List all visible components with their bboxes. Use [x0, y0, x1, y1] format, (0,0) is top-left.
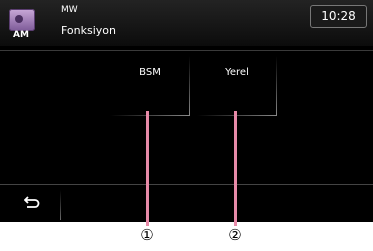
return-arrow-icon: [24, 196, 40, 208]
yerel-button[interactable]: Yerel: [197, 56, 277, 116]
button-edge: [197, 115, 277, 116]
callout-number-1: ①: [140, 226, 154, 244]
yerel-button-label: Yerel: [225, 67, 249, 78]
clock: 10:28: [310, 5, 367, 28]
bsm-button[interactable]: BSM: [110, 56, 190, 116]
back-button[interactable]: [0, 186, 61, 222]
source-am-label: AM: [13, 30, 29, 40]
callout-line-2: [234, 111, 237, 226]
back-separator: [60, 190, 61, 220]
button-edge: [110, 115, 190, 116]
callout-number-2: ②: [228, 226, 242, 244]
divider-top: [0, 50, 373, 51]
button-edge: [276, 56, 277, 116]
radio-body: [9, 9, 35, 31]
divider-bottom: [0, 184, 373, 185]
band-label: MW: [61, 5, 78, 15]
bsm-button-label: BSM: [139, 67, 161, 78]
radio-icon[interactable]: AM: [7, 8, 41, 42]
button-edge: [189, 56, 190, 116]
page-title: Fonksiyon: [61, 24, 117, 37]
head-unit-screen: AM MW Fonksiyon 10:28 BSM Yerel: [0, 0, 373, 222]
header-bar: AM MW Fonksiyon 10:28: [0, 0, 373, 46]
callout-line-1: [146, 111, 149, 226]
